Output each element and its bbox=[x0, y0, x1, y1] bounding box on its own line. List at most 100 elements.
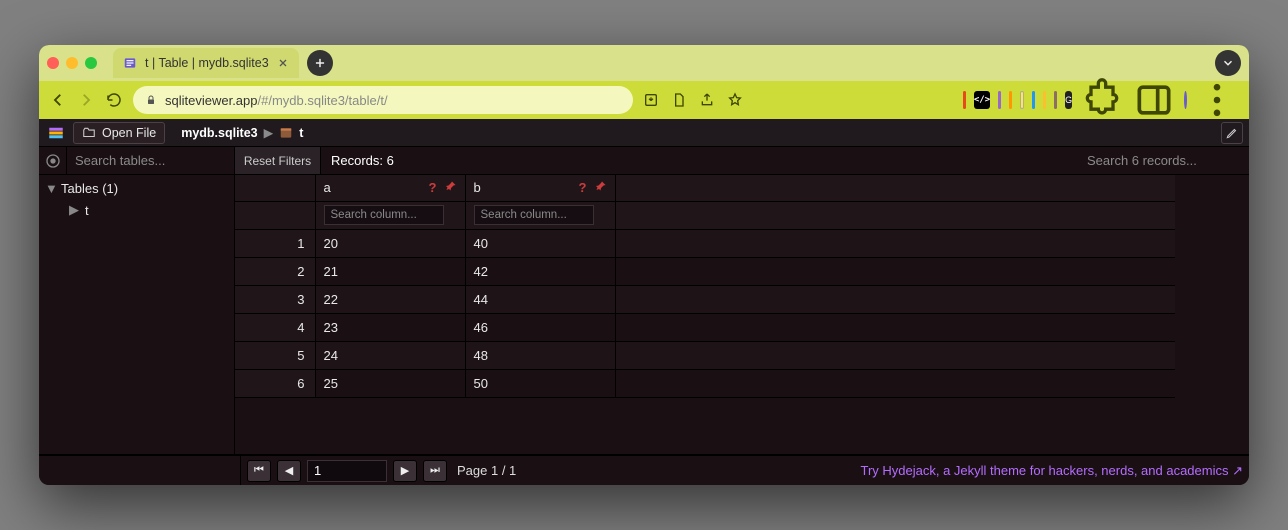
app-logo-icon bbox=[45, 122, 67, 144]
cell-a[interactable]: 25 bbox=[315, 369, 465, 397]
page-input[interactable] bbox=[307, 460, 387, 482]
next-page-button[interactable]: ▶ bbox=[393, 460, 417, 482]
cell-b[interactable]: 48 bbox=[465, 341, 615, 369]
pencil-icon bbox=[1225, 126, 1239, 140]
open-file-label: Open File bbox=[102, 126, 156, 140]
cell-b[interactable]: 40 bbox=[465, 229, 615, 257]
cell-a[interactable]: 21 bbox=[315, 257, 465, 285]
rownum-cell: 6 bbox=[235, 369, 315, 397]
extension-icon[interactable]: G bbox=[1065, 91, 1072, 109]
cell-a[interactable]: 24 bbox=[315, 341, 465, 369]
table-row[interactable]: 62550 bbox=[235, 369, 1175, 397]
column-header-empty bbox=[615, 175, 1175, 201]
cell-a[interactable]: 23 bbox=[315, 313, 465, 341]
search-column-b-input[interactable] bbox=[474, 205, 594, 225]
breadcrumb-db[interactable]: mydb.sqlite3 bbox=[181, 126, 257, 140]
sidebar-group-tables[interactable]: ▼ Tables (1) bbox=[39, 177, 234, 199]
sidebar-search bbox=[67, 147, 235, 174]
data-table-wrap: a ? b ? bbox=[235, 175, 1249, 454]
app-toolbar: Open File mydb.sqlite3 ▶ t bbox=[39, 119, 1249, 147]
breadcrumb-sep-icon: ▶ bbox=[264, 125, 274, 140]
minimize-window-button[interactable] bbox=[66, 57, 78, 69]
column-header-a[interactable]: a ? bbox=[315, 175, 465, 201]
new-tab-button[interactable] bbox=[307, 50, 333, 76]
profile-avatar-icon[interactable] bbox=[1184, 91, 1187, 109]
table-row[interactable]: 12040 bbox=[235, 229, 1175, 257]
extensions-puzzle-icon[interactable] bbox=[1080, 78, 1124, 122]
breadcrumb-table[interactable]: t bbox=[299, 126, 303, 140]
records-count: Records: 6 bbox=[321, 147, 404, 174]
side-panel-icon[interactable] bbox=[1132, 78, 1176, 122]
sidebar-item-table[interactable]: ▶ t bbox=[39, 199, 234, 221]
search-column-a-input[interactable] bbox=[324, 205, 444, 225]
last-page-button[interactable]: ⏭ bbox=[423, 460, 447, 482]
rownum-cell: 3 bbox=[235, 285, 315, 313]
search-tables-input[interactable] bbox=[67, 147, 234, 174]
install-app-icon[interactable] bbox=[643, 92, 659, 108]
cell-a[interactable]: 22 bbox=[315, 285, 465, 313]
data-table: a ? b ? bbox=[235, 175, 1175, 398]
open-file-button[interactable]: Open File bbox=[73, 122, 165, 144]
cell-a[interactable]: 20 bbox=[315, 229, 465, 257]
reload-button[interactable] bbox=[105, 91, 123, 109]
extension-icon[interactable] bbox=[998, 91, 1001, 109]
footer: ⏮ ◀ ▶ ⏭ Page 1 / 1 Try Hydejack, a Jekyl… bbox=[39, 455, 1249, 485]
cell-empty bbox=[615, 257, 1175, 285]
sidebar-toggle-button[interactable] bbox=[39, 147, 67, 174]
table-row[interactable]: 22142 bbox=[235, 257, 1175, 285]
caret-down-icon: ▼ bbox=[45, 181, 55, 196]
chevron-down-icon bbox=[1221, 56, 1235, 70]
promo-link[interactable]: Try Hydejack, a Jekyll theme for hackers… bbox=[860, 463, 1243, 479]
browser-address-bar: sqliteviewer.app/#/mydb.sqlite3/table/t/… bbox=[39, 81, 1249, 119]
table-row[interactable]: 42346 bbox=[235, 313, 1175, 341]
address-field[interactable]: sqliteviewer.app/#/mydb.sqlite3/table/t/ bbox=[133, 86, 633, 114]
share-icon[interactable] bbox=[699, 92, 715, 108]
pin-column-icon[interactable] bbox=[445, 180, 457, 195]
extension-icon[interactable] bbox=[1032, 91, 1035, 109]
sidebar-item-label: t bbox=[85, 203, 89, 218]
extension-icon[interactable] bbox=[1054, 91, 1057, 109]
rownum-cell: 2 bbox=[235, 257, 315, 285]
cell-b[interactable]: 42 bbox=[465, 257, 615, 285]
column-header-b[interactable]: b ? bbox=[465, 175, 615, 201]
extension-icon[interactable] bbox=[1020, 91, 1025, 109]
back-button[interactable] bbox=[49, 91, 67, 109]
window: t | Table | mydb.sqlite3 sqliteviewer.ap… bbox=[39, 45, 1249, 485]
pin-column-icon[interactable] bbox=[595, 180, 607, 195]
cell-empty bbox=[615, 285, 1175, 313]
table-row[interactable]: 52448 bbox=[235, 341, 1175, 369]
sqlite-favicon-icon bbox=[123, 56, 137, 70]
close-tab-icon[interactable] bbox=[277, 57, 289, 69]
extension-icon[interactable] bbox=[1009, 91, 1012, 109]
first-page-button[interactable]: ⏮ bbox=[247, 460, 271, 482]
browser-tab-bar: t | Table | mydb.sqlite3 bbox=[39, 45, 1249, 81]
footer-gutter bbox=[45, 456, 241, 485]
tab-title: t | Table | mydb.sqlite3 bbox=[145, 56, 269, 70]
extension-icon[interactable]: </> bbox=[974, 91, 990, 109]
table-row[interactable]: 32244 bbox=[235, 285, 1175, 313]
browser-tab[interactable]: t | Table | mydb.sqlite3 bbox=[113, 48, 299, 78]
cell-b[interactable]: 44 bbox=[465, 285, 615, 313]
kebab-menu-icon[interactable] bbox=[1195, 78, 1239, 122]
cell-b[interactable]: 46 bbox=[465, 313, 615, 341]
type-help-icon[interactable]: ? bbox=[429, 180, 437, 195]
url-text: sqliteviewer.app/#/mydb.sqlite3/table/t/ bbox=[165, 93, 388, 108]
extension-icon[interactable] bbox=[963, 91, 966, 109]
search-records-input[interactable] bbox=[1079, 147, 1249, 174]
rownum-cell: 4 bbox=[235, 313, 315, 341]
bookmark-star-icon[interactable] bbox=[727, 92, 743, 108]
caret-right-icon: ▶ bbox=[69, 202, 79, 218]
type-help-icon[interactable]: ? bbox=[579, 180, 587, 195]
reset-filters-label: Reset Filters bbox=[244, 154, 311, 168]
close-window-button[interactable] bbox=[47, 57, 59, 69]
zoom-window-button[interactable] bbox=[85, 57, 97, 69]
main-panel: a ? b ? bbox=[235, 175, 1249, 454]
edit-button[interactable] bbox=[1221, 122, 1243, 144]
prev-page-button[interactable]: ◀ bbox=[277, 460, 301, 482]
extension-icon[interactable] bbox=[1043, 91, 1046, 109]
cell-b[interactable]: 50 bbox=[465, 369, 615, 397]
rownum-header bbox=[235, 175, 315, 201]
page-icon[interactable] bbox=[671, 92, 687, 108]
tab-overflow-button[interactable] bbox=[1215, 50, 1241, 76]
reset-filters-button[interactable]: Reset Filters bbox=[235, 147, 321, 174]
